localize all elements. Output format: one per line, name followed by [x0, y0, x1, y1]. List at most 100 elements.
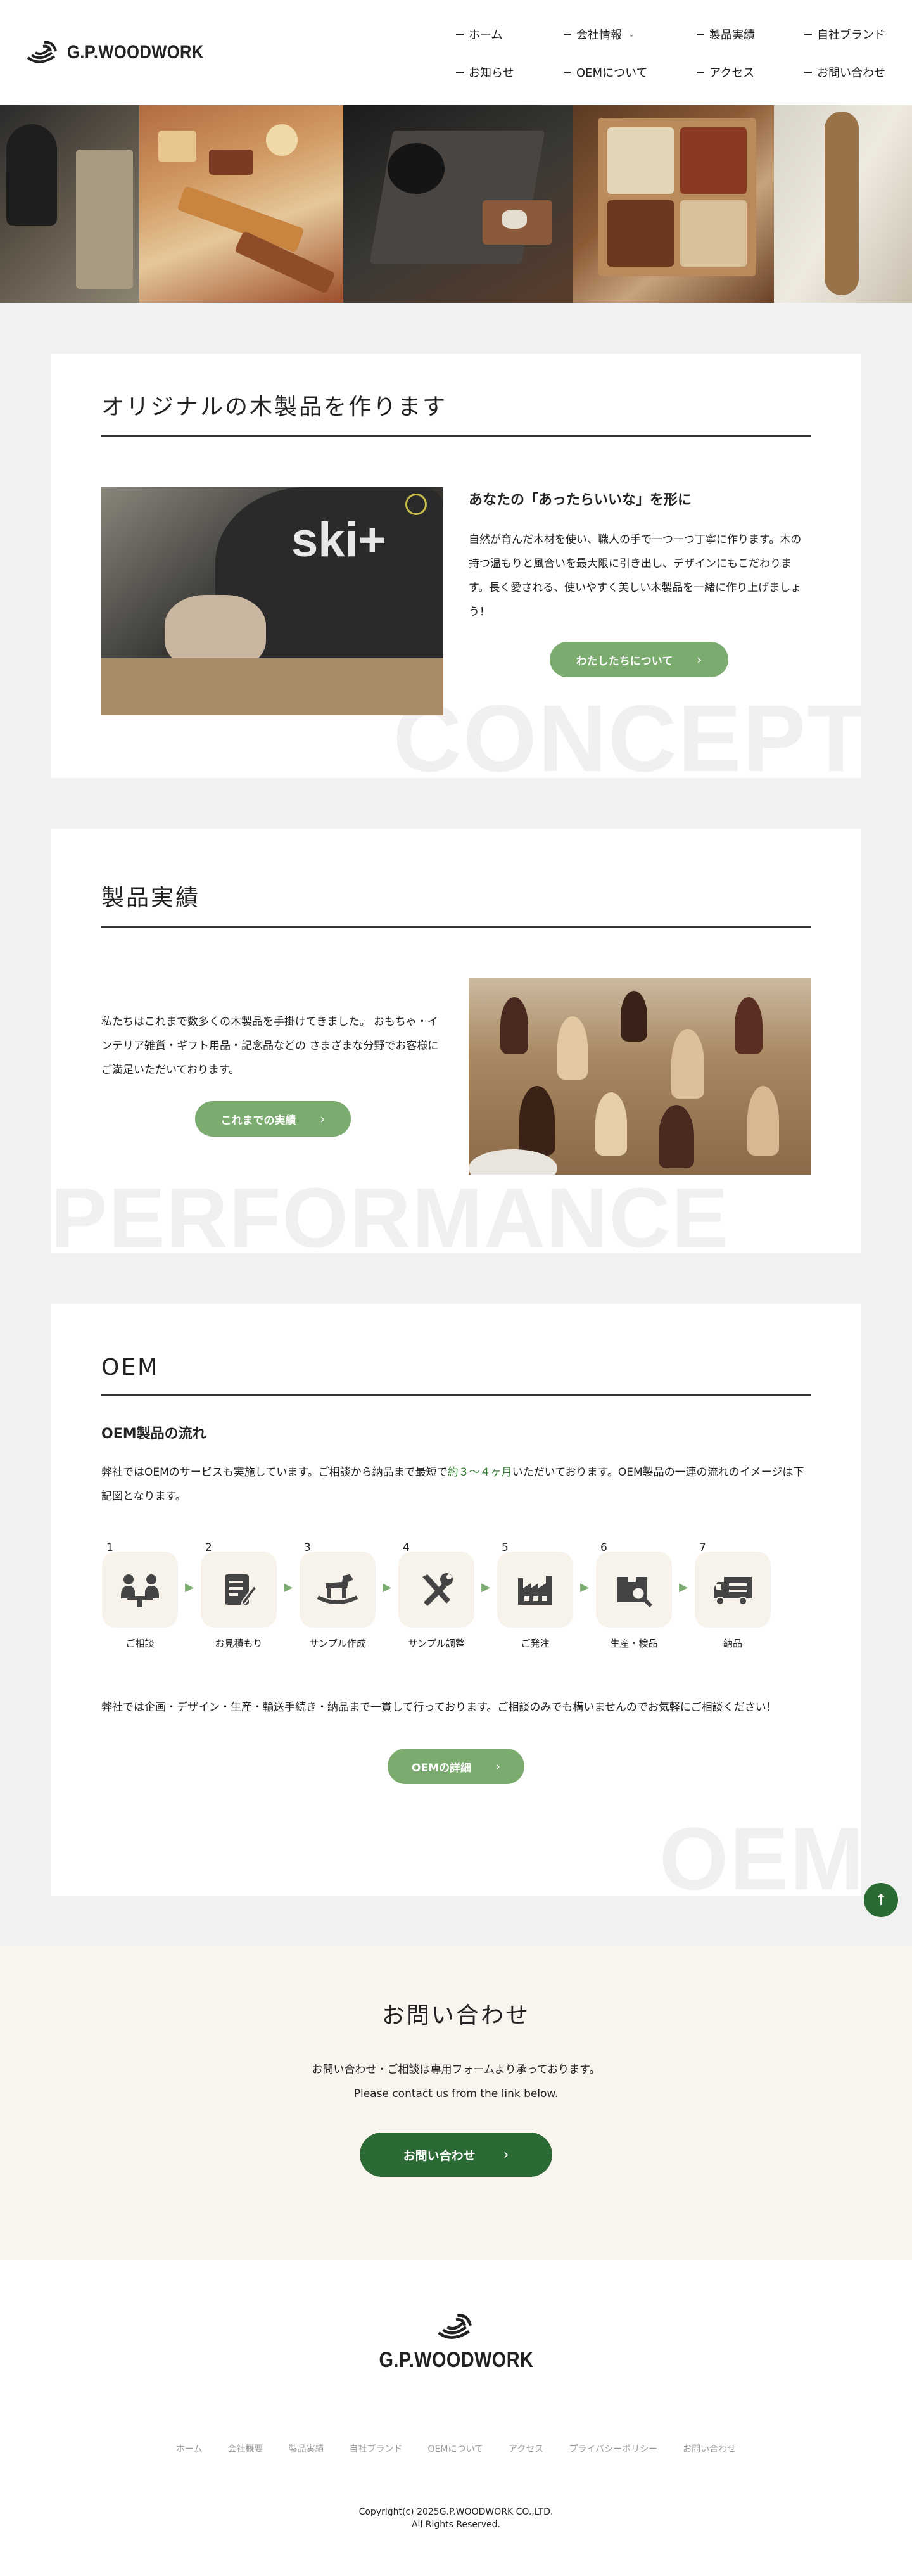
estimate-icon	[201, 1552, 277, 1628]
chevron-right-icon: ›	[503, 2146, 509, 2163]
delivery-truck-icon	[695, 1552, 771, 1628]
nav-label: OEMについて	[576, 67, 648, 80]
performance-section: PERFORMANCE 製品実績 私たちはこれまで数多くの木製品を手掛けてきまし…	[51, 829, 861, 1253]
rocking-horse-icon	[300, 1552, 376, 1628]
hero-photo-craftsman	[0, 105, 139, 303]
concept-body: 自然が育んだ木材を使い、職人の手で一つ一つ丁寧に作ります。木の持つ温もりと風合い…	[469, 533, 802, 618]
flow-step-number: 2	[205, 1541, 212, 1554]
contact-line-jp: お問い合わせ・ご相談は専用フォームより承っております。	[312, 2063, 600, 2076]
nav-company[interactable]: 会社情報 ⌄	[564, 26, 697, 42]
footer-link-privacy[interactable]: プライバシーポリシー	[569, 2442, 657, 2455]
flow-step: 4 サンプル調整	[398, 1541, 475, 1650]
flow-step-number: 3	[304, 1541, 311, 1554]
nav-brand[interactable]: 自社ブランド	[804, 26, 887, 42]
footer-logo[interactable]: G.P.WOODWORK	[0, 2311, 912, 2373]
inspection-icon	[596, 1552, 672, 1628]
flow-step-number: 7	[699, 1541, 706, 1554]
concept-section: CONCEPT オリジナルの木製品を作ります ski+ あなたの「あったらいいな…	[51, 354, 861, 778]
nav-label: 自社ブランド	[817, 29, 885, 42]
button-label: お問い合わせ	[403, 2148, 476, 2163]
oem-lead-highlight: 約３～４ヶ月	[447, 1466, 512, 1479]
nav-products[interactable]: 製品実績	[697, 26, 804, 42]
performance-button[interactable]: これまでの実績 ›	[195, 1101, 351, 1137]
concept-photo-text: ski+	[291, 513, 387, 567]
flow-step-label: サンプル作成	[309, 1638, 366, 1649]
flow-step-label: サンプル調整	[408, 1638, 465, 1649]
factory-icon	[497, 1552, 573, 1628]
arrow-up-icon: ↑	[874, 1891, 888, 1909]
copyright: Copyright(c) 2025G.P.WOODWORK CO.,LTD. A…	[0, 2506, 912, 2531]
nav-access[interactable]: アクセス	[697, 64, 804, 80]
contact-section: お問い合わせ お問い合わせ・ご相談は専用フォームより承っております。 Pleas…	[0, 1946, 912, 2260]
copyright-line: All Rights Reserved.	[411, 2520, 501, 2530]
site-footer: G.P.WOODWORK ホーム 会社概要 製品実績 自社ブランド OEMについ…	[0, 2260, 912, 2576]
flow-step-label: ご相談	[125, 1638, 155, 1649]
nav-news[interactable]: お知らせ	[456, 64, 564, 80]
nav-label: アクセス	[709, 67, 755, 80]
nav-contact[interactable]: お問い合わせ	[804, 64, 887, 80]
contact-line-en: Please contact us from the link below.	[353, 2088, 559, 2100]
flow-step-label: お見積もり	[215, 1638, 263, 1649]
about-us-button[interactable]: わたしたちについて ›	[550, 642, 728, 677]
arrow-right-icon: ▶	[284, 1581, 293, 1594]
chevron-right-icon: ›	[320, 1111, 326, 1126]
nav-label: 製品実績	[709, 29, 755, 42]
flow-step-number: 5	[502, 1541, 509, 1554]
oem-section: OEM OEM OEM製品の流れ 弊社ではOEMのサービスも実施しています。ご相…	[51, 1304, 861, 1896]
concept-photo: ski+	[101, 487, 443, 715]
footer-link-oem[interactable]: OEMについて	[428, 2442, 484, 2455]
footer-links: ホーム 会社概要 製品実績 自社ブランド OEMについて アクセス プライバシー…	[0, 2442, 912, 2455]
footer-link-home[interactable]: ホーム	[176, 2442, 203, 2455]
flow-step: 3 サンプル作成	[299, 1541, 376, 1650]
chevron-right-icon: ›	[495, 1759, 500, 1774]
nav-oem[interactable]: OEMについて	[564, 64, 697, 80]
arrow-right-icon: ▶	[185, 1581, 194, 1594]
flow-step-number: 4	[403, 1541, 410, 1554]
nav-home[interactable]: ホーム	[456, 26, 564, 42]
chevron-down-icon: ⌄	[628, 30, 635, 39]
oem-lead-text: 弊社ではOEMのサービスも実施しています。ご相談から納品まで最短で	[101, 1466, 448, 1479]
flow-step-number: 1	[106, 1541, 113, 1554]
nav-label: お問い合わせ	[817, 67, 885, 80]
scroll-to-top-button[interactable]: ↑	[864, 1883, 898, 1917]
flow-step: 7 納品	[694, 1541, 771, 1650]
brand-mark-icon	[27, 41, 57, 63]
footer-link-contact[interactable]: お問い合わせ	[683, 2442, 736, 2455]
flow-step: 5 ご発注	[497, 1541, 574, 1650]
performance-bg-word: PERFORMANCE	[51, 1171, 730, 1254]
copyright-line: Copyright(c) 2025G.P.WOODWORK CO.,LTD.	[358, 2507, 554, 2517]
flow-step: 2 お見積もり	[200, 1541, 277, 1650]
performance-title: 製品実績	[101, 879, 811, 928]
meeting-icon	[102, 1552, 178, 1628]
footer-link-company[interactable]: 会社概要	[228, 2442, 263, 2455]
oem-title: OEM	[101, 1355, 811, 1396]
performance-body: 私たちはこれまで数多くの木製品を手掛けてきました。 おもちゃ・インテリア雑貨・ギ…	[101, 1016, 439, 1076]
flow-step: 1 ご相談	[101, 1541, 179, 1650]
footer-link-access[interactable]: アクセス	[509, 2442, 543, 2455]
footer-link-products[interactable]: 製品実績	[289, 2442, 324, 2455]
concept-subtitle: あなたの「あったらいいな」を形に	[469, 492, 692, 508]
oem-note: 弊社では企画・デザイン・生産・輸送手続き・納品まで一貫して行っております。ご相談…	[101, 1701, 777, 1714]
hero-photo-nut-tray	[573, 105, 774, 303]
logo-text: G.P.WOODWORK	[67, 42, 204, 63]
logo-text: G.P.WOODWORK	[379, 2348, 533, 2372]
performance-photo	[469, 978, 811, 1175]
flow-step-label: 生産・検品	[610, 1638, 658, 1649]
site-logo[interactable]: G.P.WOODWORK	[25, 39, 228, 67]
button-label: わたしたちについて	[576, 654, 673, 668]
hero-photo-strip	[0, 105, 912, 303]
footer-link-brand[interactable]: 自社ブランド	[350, 2442, 403, 2455]
oem-subtitle: OEM製品の流れ	[101, 1426, 206, 1442]
button-label: OEMの詳細	[412, 1761, 471, 1775]
nav-label: ホーム	[469, 29, 503, 42]
brand-mark-icon	[438, 2314, 472, 2339]
main-nav: ホーム 会社情報 ⌄ 製品実績 自社ブランド お知らせ OEMについて アクセス …	[456, 26, 887, 80]
arrow-right-icon: ▶	[383, 1581, 391, 1594]
oem-detail-button[interactable]: OEMの詳細 ›	[388, 1749, 524, 1784]
contact-title: お問い合わせ	[381, 2003, 530, 2029]
hero-photo-teapot	[343, 105, 573, 303]
flow-step-label: 納品	[723, 1638, 742, 1649]
oem-lead: 弊社ではOEMのサービスも実施しています。ご相談から納品まで最短で約３～４ヶ月い…	[101, 1460, 811, 1508]
flow-step: 6 生産・検品	[595, 1541, 673, 1650]
contact-button[interactable]: お問い合わせ ›	[360, 2133, 552, 2177]
